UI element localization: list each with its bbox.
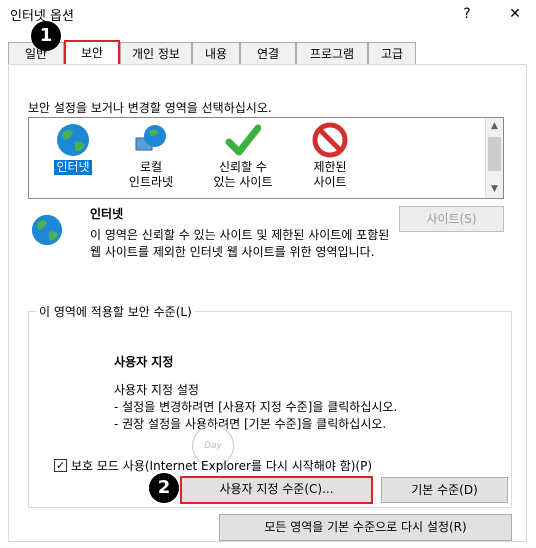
zone-label: 로컬: [139, 160, 163, 174]
protected-mode-label[interactable]: 보호 모드 사용(Internet Explorer를 다시 시작해야 함)(P…: [71, 457, 372, 474]
default-level-button[interactable]: 기본 수준(D): [381, 477, 508, 503]
level-bullet-1: - 설정을 변경하려면 [사용자 지정 수준]을 클릭하십시오.: [114, 400, 398, 414]
protected-mode-checkbox[interactable]: ✓: [54, 459, 67, 472]
zone-restricted-sites[interactable]: 제한된 사이트: [292, 122, 368, 190]
zone-local-intranet[interactable]: 로컬 인트라넷: [113, 122, 189, 190]
zone-internet[interactable]: 인터넷: [35, 122, 111, 175]
zone-label: 인터넷: [54, 160, 92, 175]
tab-security[interactable]: 보안: [64, 40, 120, 64]
step-badge-2: 2: [149, 473, 179, 503]
zone-label-2: 인트라넷: [128, 175, 174, 189]
step-badge-1: 1: [31, 21, 61, 51]
level-heading: 사용자 지정: [114, 355, 174, 369]
custom-level-button[interactable]: 사용자 지정 수준(C)...: [180, 476, 373, 504]
scroll-down-icon[interactable]: ▼: [486, 181, 503, 198]
zone-trusted-sites[interactable]: 신뢰할 수 있는 사이트: [205, 122, 281, 190]
intranet-globe-icon: [133, 122, 169, 158]
sites-button[interactable]: 사이트(S): [399, 206, 504, 232]
close-button[interactable]: ✕: [503, 3, 527, 25]
checkmark-icon: [225, 122, 262, 158]
zone-prompt: 보안 설정을 보거나 변경할 영역을 선택하십시오.: [28, 101, 272, 115]
selected-zone-description: 이 영역은 신뢰할 수 있는 사이트 및 제한된 사이트에 포함된 웹 사이트를…: [90, 228, 390, 259]
tab-privacy[interactable]: 개인 정보: [120, 42, 192, 64]
selected-zone-name: 인터넷: [90, 207, 124, 221]
security-level-group-label: 이 영역에 적용할 보안 수준(L): [36, 303, 195, 320]
tab-content[interactable]: 내용: [192, 42, 240, 64]
zone-label: 신뢰할 수: [219, 160, 267, 174]
reset-all-zones-button[interactable]: 모든 영역을 기본 수준으로 다시 설정(R): [219, 514, 512, 541]
tab-advanced[interactable]: 고급: [368, 42, 416, 64]
zone-label-2: 있는 사이트: [213, 175, 273, 189]
help-button[interactable]: ?: [455, 3, 479, 25]
level-bullet-2: - 권장 설정을 사용하려면 [기본 수준]을 클릭하십시오.: [114, 417, 387, 431]
scroll-up-icon[interactable]: ▲: [486, 118, 503, 135]
level-subtitle: 사용자 지정 설정: [114, 383, 199, 397]
restricted-icon: [312, 122, 348, 158]
globe-icon: [55, 122, 91, 158]
zone-label-2: 사이트: [313, 175, 347, 189]
tab-programs[interactable]: 프로그램: [296, 42, 368, 64]
zone-label: 제한된: [313, 160, 347, 174]
zone-scrollbar[interactable]: ▲ ▼: [485, 118, 503, 198]
scroll-thumb[interactable]: [488, 137, 501, 171]
zone-list: 인터넷 로컬 인트라넷 신뢰할 수 있는 사이트 제한된 사이트 ▲ ▼: [28, 117, 504, 199]
selected-zone-icon: [30, 213, 64, 250]
tab-connections[interactable]: 연결: [240, 42, 296, 64]
